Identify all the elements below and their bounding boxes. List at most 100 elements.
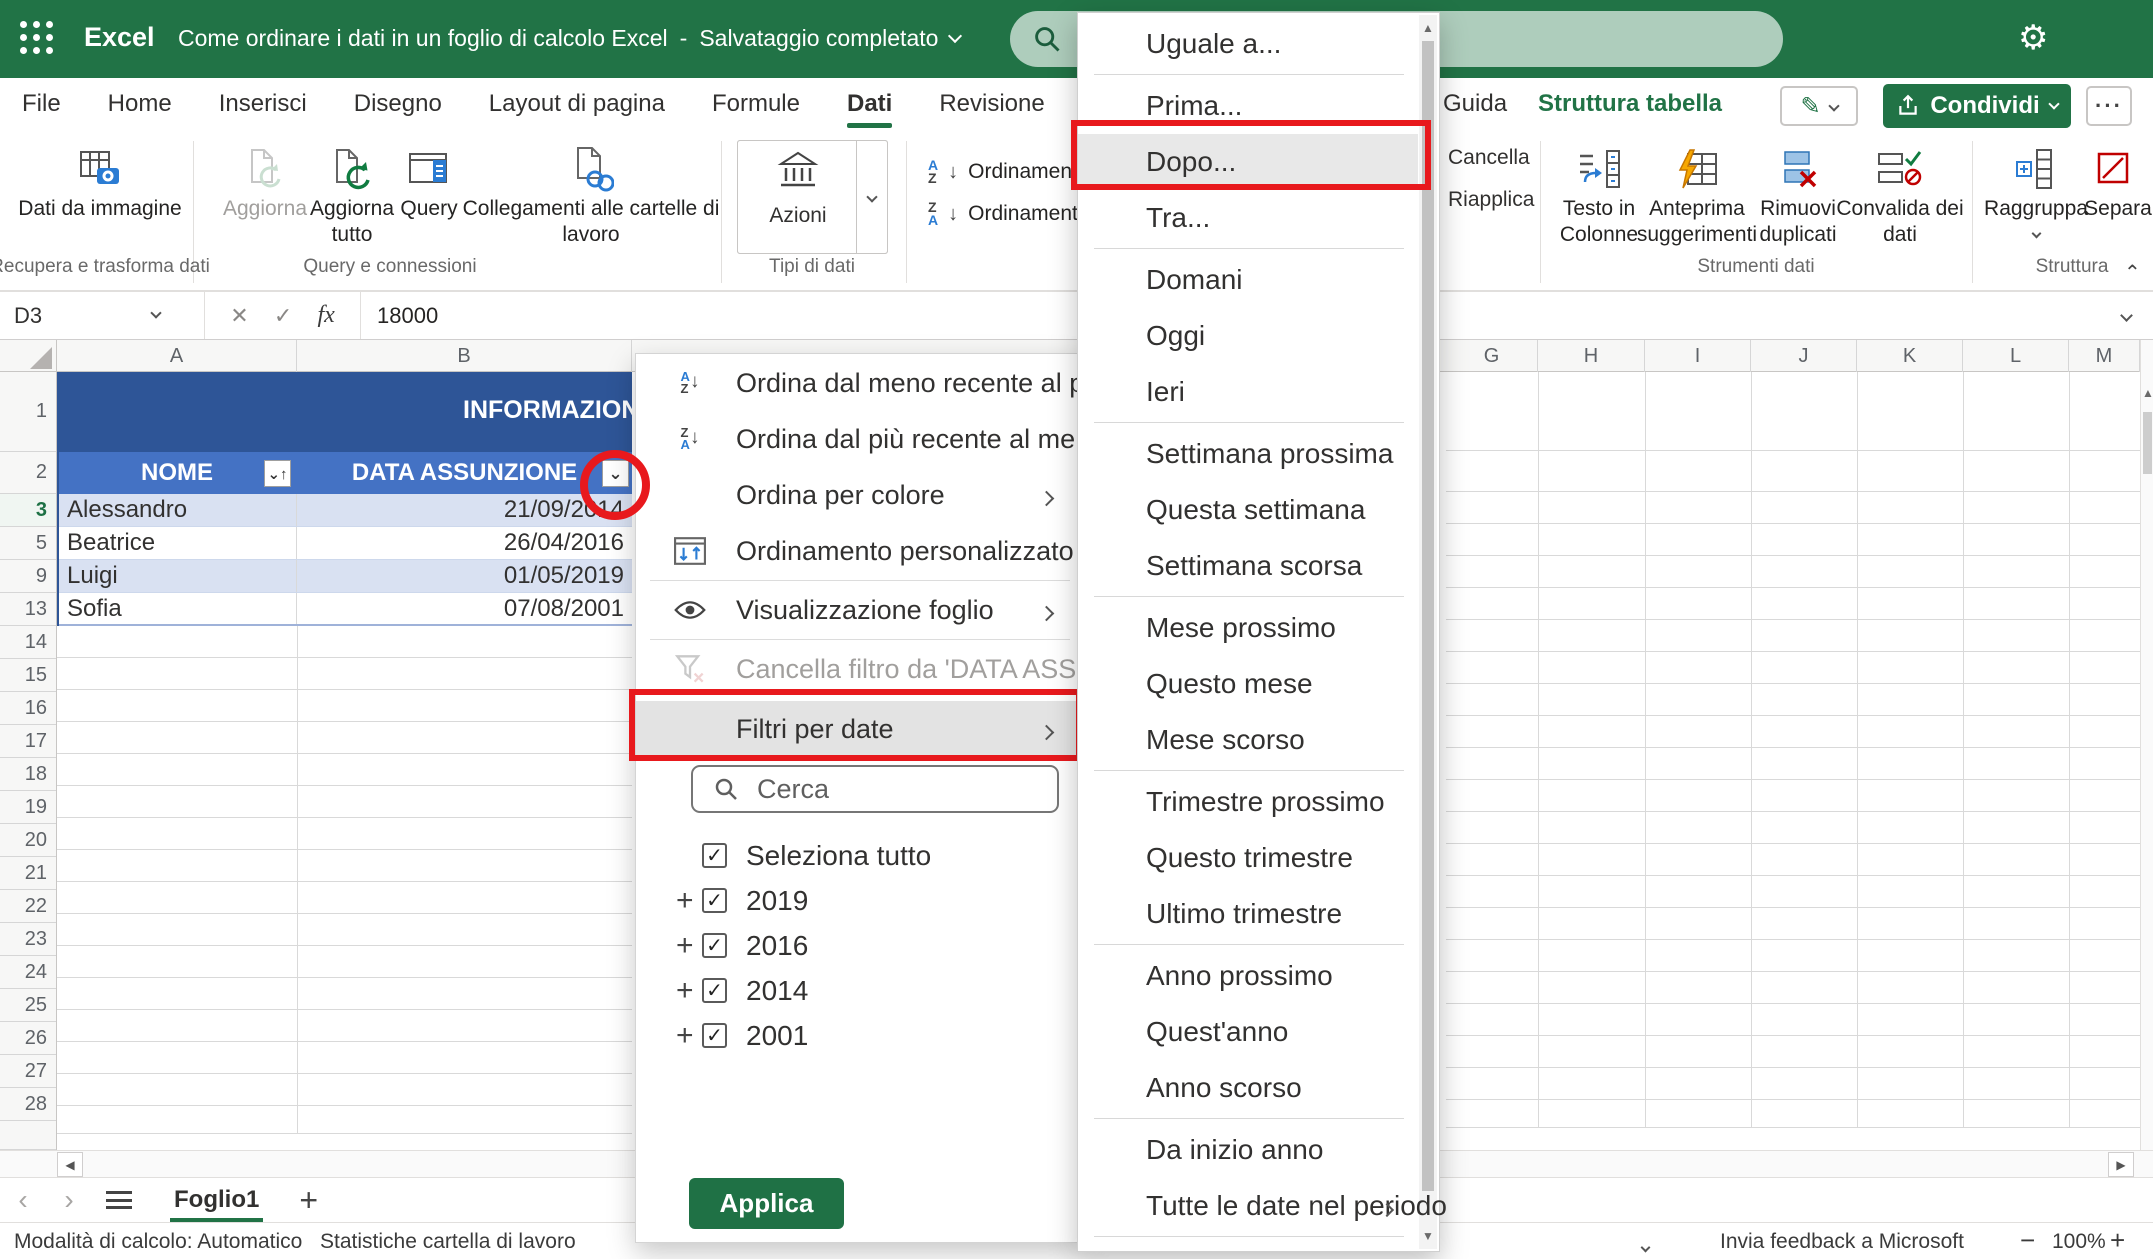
table-row[interactable]: Sofia07/08/2001: [57, 593, 632, 626]
confirm-entry-icon[interactable]: ✓: [274, 303, 292, 329]
menu-item-ordinamento-personalizzato[interactable]: Ordinamento personalizzato: [636, 523, 1084, 579]
expand-formula-bar-icon[interactable]: [2120, 309, 2133, 322]
tab-struttura-tabella[interactable]: Struttura tabella: [1514, 78, 1746, 130]
checkbox-icon[interactable]: ✓: [702, 843, 727, 868]
row-header-18[interactable]: 18: [0, 758, 56, 791]
zoom-level[interactable]: 100%: [2052, 1230, 2106, 1254]
ribbon-more-button[interactable]: ···: [2086, 86, 2132, 126]
tab-inserisci[interactable]: Inserisci: [219, 78, 307, 130]
cell-data-assunzione[interactable]: 21/09/2014: [297, 494, 632, 526]
menu-item-visualizzazione-foglio[interactable]: Visualizzazione foglio: [636, 582, 1084, 638]
cell-data-assunzione[interactable]: 01/05/2019: [297, 560, 632, 592]
submenu-item-questo-trimestre[interactable]: Questo trimestre: [1078, 830, 1418, 886]
grid-right-area[interactable]: [1446, 372, 2140, 1128]
cancel-entry-icon[interactable]: ✕: [230, 303, 248, 329]
submenu-item-quest-anno[interactable]: Quest'anno: [1078, 1004, 1418, 1060]
settings-gear-icon[interactable]: ⚙: [2018, 18, 2048, 58]
app-launcher-waffle-icon[interactable]: [20, 21, 60, 59]
row-header-25[interactable]: 25: [0, 989, 56, 1022]
row-header-15[interactable]: 15: [0, 659, 56, 692]
scroll-left-icon[interactable]: ◀: [57, 1152, 83, 1177]
feedback-link[interactable]: Invia feedback a Microsoft: [1720, 1230, 1964, 1254]
row-header-2[interactable]: 2: [0, 452, 56, 494]
table-header-nome[interactable]: NOME ⌄↑: [57, 452, 297, 494]
cancella-button[interactable]: Cancella: [1448, 146, 1530, 170]
riapplica-button[interactable]: Riapplica: [1448, 188, 1534, 212]
scroll-up-icon[interactable]: ▲: [2139, 386, 2153, 400]
row-header-28[interactable]: 28: [0, 1088, 56, 1121]
tab-layout-di-pagina[interactable]: Layout di pagina: [489, 78, 665, 130]
tab-dati[interactable]: Dati: [847, 78, 892, 130]
filter-checklist-item-2019[interactable]: +✓2019: [636, 878, 1084, 923]
expand-plus-icon[interactable]: +: [676, 974, 694, 1008]
azioni-dropdown-arrow[interactable]: [856, 141, 887, 253]
submenu-item-uguale-a[interactable]: Uguale a...: [1078, 16, 1418, 72]
checkbox-icon[interactable]: ✓: [702, 978, 727, 1003]
sort-ascending-button[interactable]: AZ↓ Ordinamento: [928, 152, 1090, 192]
sort-descending-button[interactable]: ZA↓ Ordinamento: [928, 194, 1090, 234]
cell-data-assunzione[interactable]: 26/04/2016: [297, 527, 632, 559]
table-row[interactable]: Luigi01/05/2019: [57, 560, 632, 593]
table-title-cell[interactable]: INFORMAZIONI: [57, 372, 632, 452]
cell-nome[interactable]: Beatrice: [57, 527, 297, 559]
data-assunzione-filter-button[interactable]: ⌄: [602, 460, 629, 487]
sheet-tab-foglio1[interactable]: Foglio1: [170, 1186, 263, 1214]
checkbox-icon[interactable]: ✓: [702, 933, 727, 958]
filter-checklist-item-2016[interactable]: +✓2016: [636, 923, 1084, 968]
collegamenti-button[interactable]: Collegamenti alle cartelle di lavoro: [459, 138, 724, 248]
menu-item-filtri-per-date[interactable]: Filtri per date: [636, 701, 1084, 757]
tab-file[interactable]: File: [22, 78, 61, 130]
submenu-item-domani[interactable]: Domani: [1078, 252, 1418, 308]
column-header-B[interactable]: B: [297, 340, 632, 372]
cell-nome[interactable]: Luigi: [57, 560, 297, 592]
row-header-26[interactable]: 26: [0, 1022, 56, 1055]
status-options-chevron-icon[interactable]: [1642, 1233, 1649, 1257]
submenu-item-dopo[interactable]: Dopo...: [1078, 134, 1418, 190]
collapse-ribbon-icon[interactable]: ⌃: [2124, 260, 2141, 285]
expand-plus-icon[interactable]: +: [676, 884, 694, 918]
nome-sort-filter-button[interactable]: ⌄↑: [264, 460, 291, 487]
menu-item-ordina-dal-meno-recente-al-pi-recente[interactable]: AZ↓Ordina dal meno recente al più recent…: [636, 355, 1084, 411]
filter-search-input[interactable]: Cerca: [691, 765, 1059, 813]
submenu-scrollbar[interactable]: ▲ ▼: [1419, 15, 1437, 1249]
document-title[interactable]: Come ordinare i dati in un foglio di cal…: [178, 25, 960, 52]
row-header-14[interactable]: 14: [0, 626, 56, 659]
add-sheet-icon[interactable]: +: [299, 1182, 318, 1219]
submenu-item-mese-scorso[interactable]: Mese scorso: [1078, 712, 1418, 768]
submenu-item-anno-scorso[interactable]: Anno scorso: [1078, 1060, 1418, 1116]
insert-function-icon[interactable]: fx: [317, 302, 334, 329]
zoom-in-icon[interactable]: +: [2110, 1225, 2125, 1256]
row-header-24[interactable]: 24: [0, 956, 56, 989]
column-header-L[interactable]: L: [1963, 340, 2069, 372]
column-header-A[interactable]: A: [57, 340, 297, 372]
row-header-20[interactable]: 20: [0, 824, 56, 857]
submenu-item-ieri[interactable]: Ieri: [1078, 364, 1418, 420]
separa-button[interactable]: Separa: [2058, 138, 2153, 222]
column-header-G[interactable]: G: [1446, 340, 1538, 372]
filter-checklist-item-2014[interactable]: +✓2014: [636, 968, 1084, 1013]
submenu-item-questo-mese[interactable]: Questo mese: [1078, 656, 1418, 712]
submenu-scroll-thumb[interactable]: [1422, 41, 1434, 1191]
expand-plus-icon[interactable]: +: [676, 1019, 694, 1053]
submenu-item-ultimo-trimestre[interactable]: Ultimo trimestre: [1078, 886, 1418, 942]
dati-da-immagine-button[interactable]: Dati da immagine: [13, 138, 188, 222]
menu-item-ordina-dal-pi-recente-al-meno-recente[interactable]: ZA↓Ordina dal più recente al meno recent…: [636, 411, 1084, 467]
filter-checklist-item-2001[interactable]: +✓2001: [636, 1013, 1084, 1058]
tab-disegno[interactable]: Disegno: [354, 78, 442, 130]
azioni-button[interactable]: Azioni: [737, 140, 888, 254]
zoom-out-icon[interactable]: −: [2020, 1225, 2035, 1256]
filter-checklist-item-seleziona-tutto[interactable]: ✓Seleziona tutto: [636, 833, 1084, 878]
grid-left-empty-area[interactable]: [57, 626, 632, 1134]
checkbox-icon[interactable]: ✓: [702, 1023, 727, 1048]
tab-formule[interactable]: Formule: [712, 78, 800, 130]
menu-item-ordina-per-colore[interactable]: Ordina per colore: [636, 467, 1084, 523]
submenu-item-settimana-scorsa[interactable]: Settimana scorsa: [1078, 538, 1418, 594]
submenu-item-mese-prossimo[interactable]: Mese prossimo: [1078, 600, 1418, 656]
submenu-item-oggi[interactable]: Oggi: [1078, 308, 1418, 364]
next-sheet-icon[interactable]: ›: [46, 1184, 92, 1216]
row-header-5[interactable]: 5: [0, 527, 56, 560]
share-button[interactable]: Condividi: [1883, 84, 2071, 128]
vertical-scrollbar[interactable]: ▲: [2140, 340, 2153, 1150]
scroll-down-icon[interactable]: ▼: [1419, 1229, 1437, 1243]
column-header-J[interactable]: J: [1751, 340, 1857, 372]
